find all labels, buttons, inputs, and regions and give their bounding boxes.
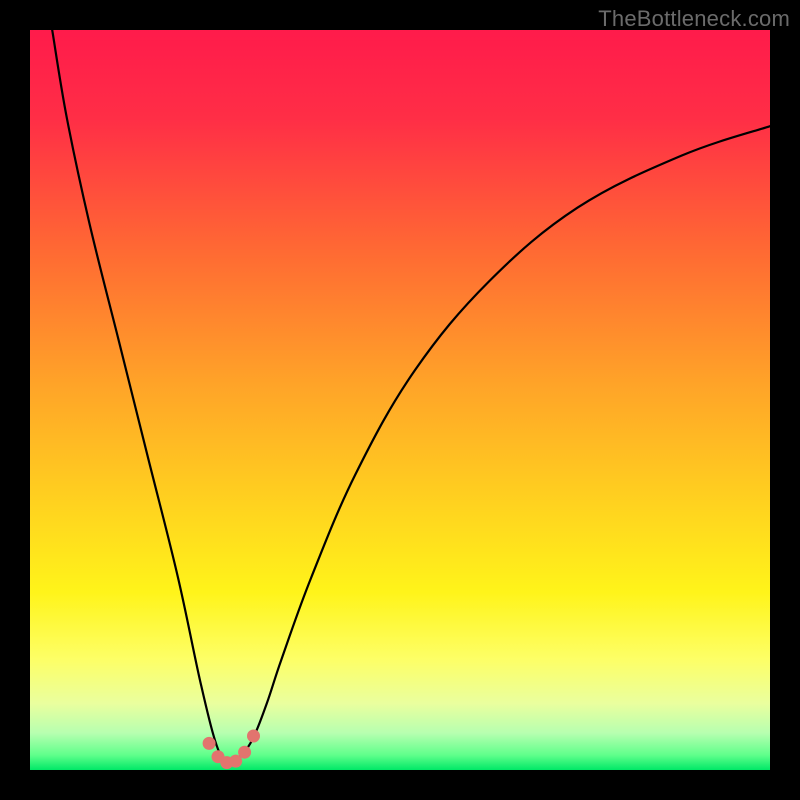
trough-dot xyxy=(247,730,260,743)
watermark-label: TheBottleneck.com xyxy=(598,6,790,32)
plot-frame xyxy=(30,30,770,770)
trough-dot xyxy=(203,737,216,750)
bottleneck-curve xyxy=(52,30,770,764)
chart-canvas xyxy=(30,30,770,770)
trough-dot xyxy=(238,746,251,759)
trough-markers xyxy=(203,730,260,770)
